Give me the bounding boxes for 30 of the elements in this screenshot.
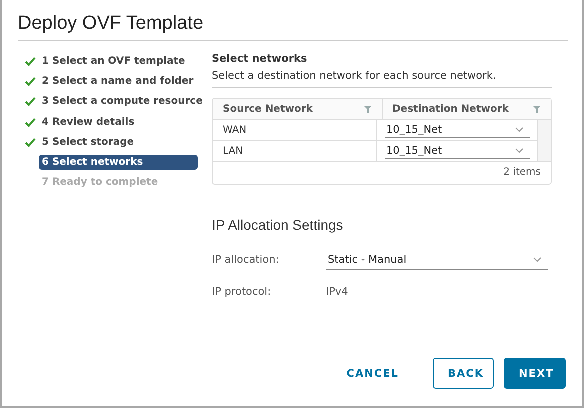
table-cell: WAN	[223, 124, 247, 136]
back-button[interactable]: BACK	[433, 358, 494, 389]
window-title: Deploy OVF Template	[18, 13, 568, 41]
field-label: IP allocation:	[212, 254, 280, 266]
section-title: Select networks	[212, 53, 308, 65]
chevron-down-icon	[533, 256, 542, 262]
wizard-step[interactable]: 4 Review details	[39, 114, 198, 130]
wizard-step[interactable]: 3 Select a compute resource	[39, 94, 206, 110]
chevron-down-icon	[514, 148, 524, 154]
section-description: Select a destination network for each source network.	[212, 65, 552, 88]
column-header: Source Network	[223, 104, 313, 114]
column-header: Destination Network	[392, 104, 509, 114]
filter-icon[interactable]	[364, 105, 372, 113]
chevron-down-icon	[514, 126, 524, 132]
field-label: IP protocol:	[212, 286, 272, 298]
field-value: IPv4	[326, 286, 348, 298]
cancel-button[interactable]: CANCEL	[332, 358, 413, 389]
settings-heading: IP Allocation Settings	[212, 217, 344, 233]
wizard-step[interactable]: 5 Select storage	[39, 134, 198, 150]
table-cell: LAN	[223, 146, 244, 156]
scrollbar-track[interactable]	[537, 120, 551, 161]
wizard-step[interactable]: 6 Select networks	[39, 155, 198, 170]
ip-allocation-dropdown[interactable]: Static - Manual	[326, 250, 548, 270]
network-dropdown[interactable]: 10_15_Net	[384, 122, 530, 138]
next-button[interactable]: NEXT	[504, 358, 566, 389]
filter-icon[interactable]	[533, 105, 541, 113]
wizard-step[interactable]: 2 Select a name and folder	[39, 74, 198, 89]
wizard-step[interactable]: 1 Select an OVF template	[39, 54, 198, 69]
item-count: 2 items	[504, 167, 541, 178]
network-dropdown[interactable]: 10_15_Net	[384, 143, 530, 159]
